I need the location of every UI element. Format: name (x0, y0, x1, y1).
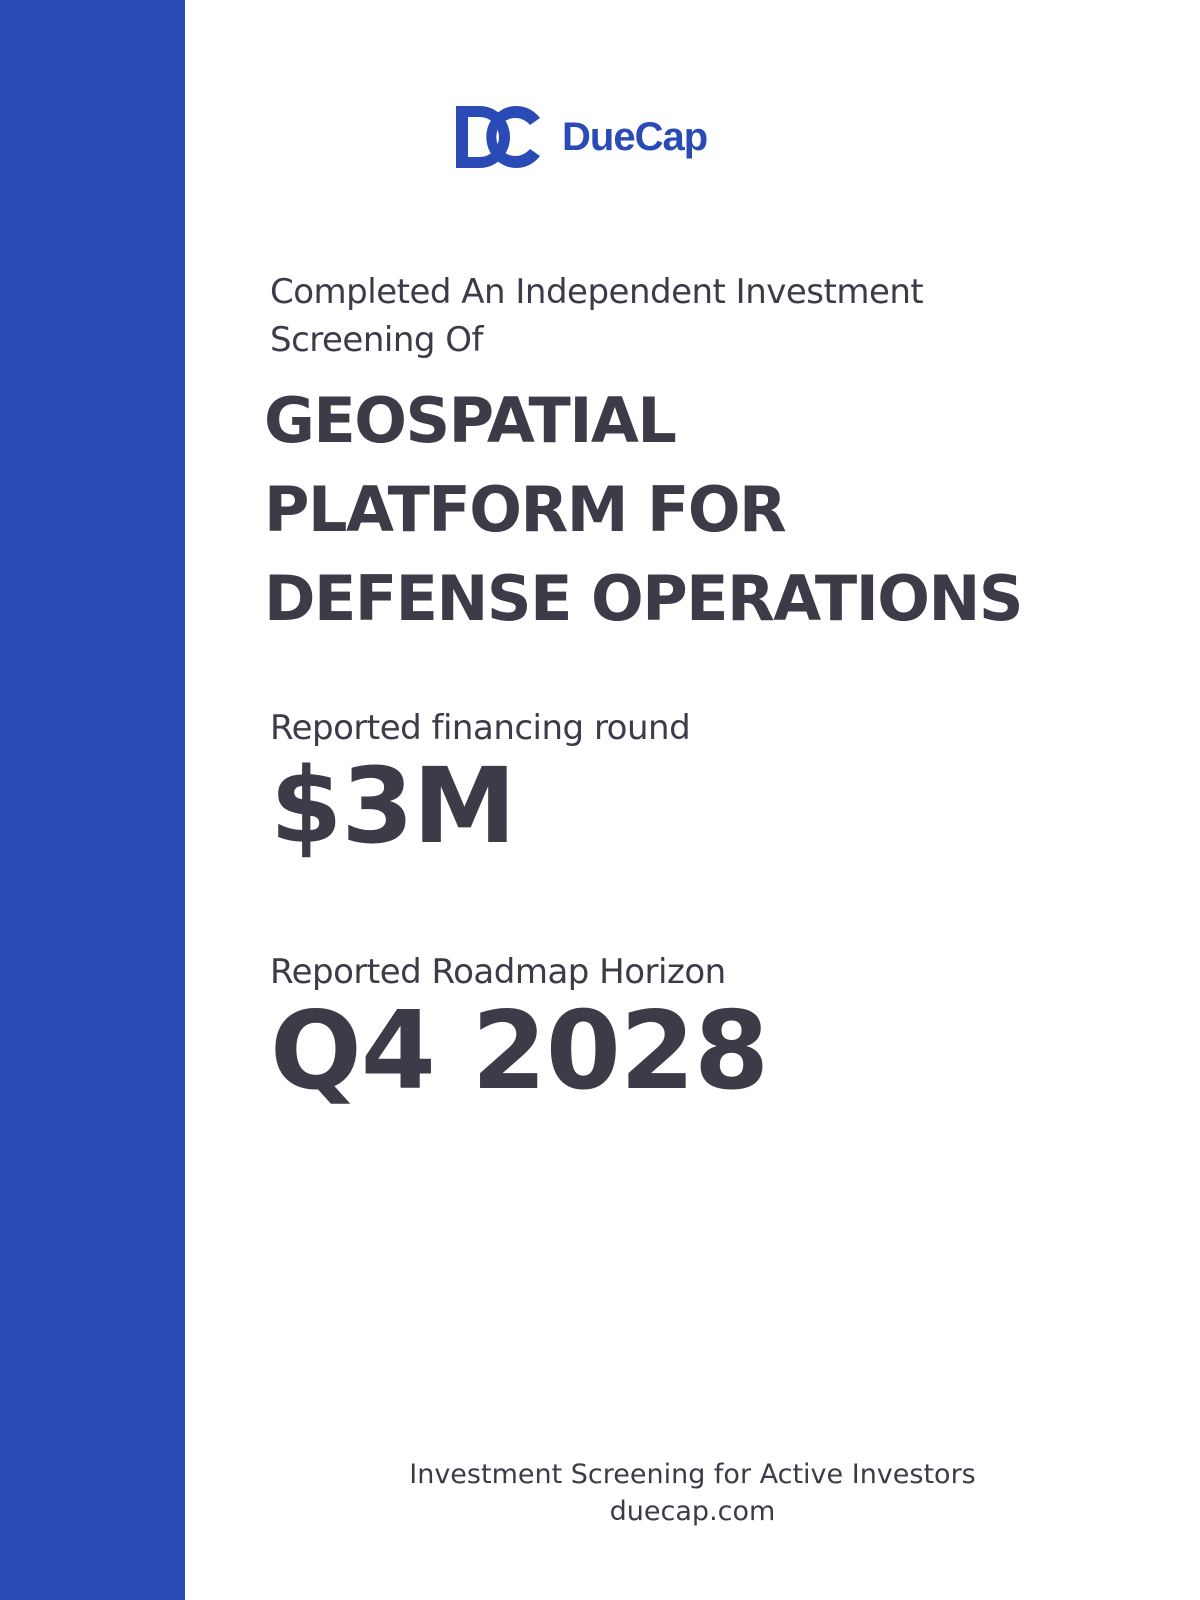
company-headline: GEOSPATIAL PLATFORM FOR DEFENSE OPERATIO… (264, 376, 1164, 643)
sidebar-accent-stripe (0, 0, 185, 1600)
financing-round-label: Reported financing round (270, 708, 691, 748)
footer-website: duecap.com (609, 1496, 776, 1527)
intro-text: Completed An Independent Investment Scre… (270, 268, 970, 364)
brand-name: DueCap (562, 115, 708, 159)
financing-round-value: $3M (270, 745, 516, 867)
brand-logo: DueCap (454, 102, 708, 172)
footer-tagline: Investment Screening for Active Investor… (409, 1459, 976, 1490)
headline-line-2: PLATFORM FOR (264, 473, 787, 546)
intro-line-2: Screening Of (270, 320, 484, 360)
dc-monogram-icon (456, 106, 540, 168)
headline-line-1: GEOSPATIAL (264, 384, 677, 457)
intro-line-1: Completed An Independent Investment (270, 272, 924, 312)
headline-line-3: DEFENSE OPERATIONS (264, 562, 1024, 635)
roadmap-horizon-label: Reported Roadmap Horizon (270, 952, 726, 992)
roadmap-horizon-value: Q4 2028 (270, 989, 769, 1114)
footer: Investment Screening for Active Investor… (185, 1456, 1200, 1530)
